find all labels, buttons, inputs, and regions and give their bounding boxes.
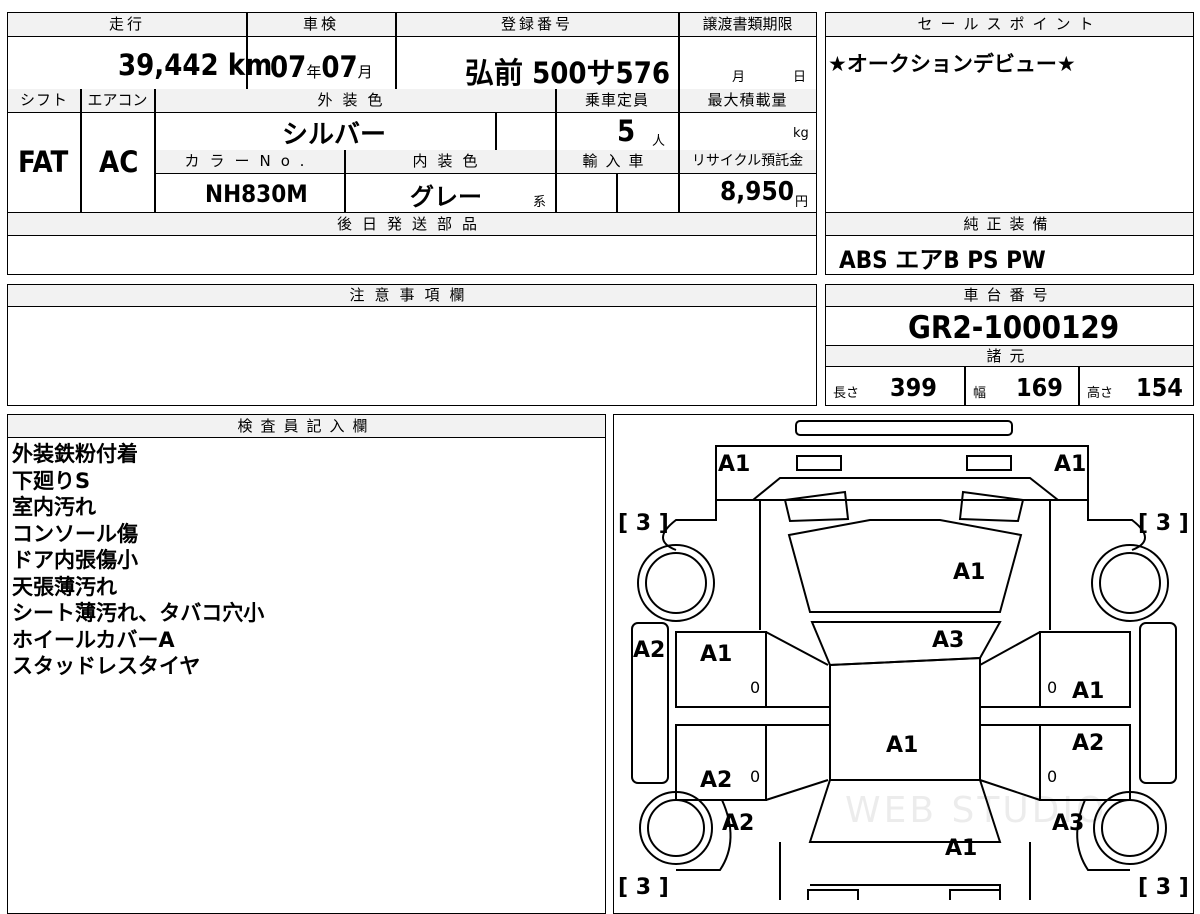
color-no-value: NH830M <box>205 180 308 208</box>
transfer-day-unit: 日 <box>793 70 807 85</box>
sales-point-value: ★オークションデビュー★ <box>828 52 1076 76</box>
note-line: コンソール傷 <box>12 521 138 546</box>
shift-label: シフト <box>19 91 68 109</box>
note-line: 下廻りS <box>12 468 91 493</box>
mark-roof: A1 <box>886 733 919 758</box>
transfer-deadline-label: 譲渡書類期限 <box>702 15 793 33</box>
inspector-notes: 外装鉄粉付着 下廻りS 室内汚れ コンソール傷 ドア内張傷小 天張薄汚れ シート… <box>12 441 264 680</box>
exterior-color-value: シルバー <box>282 120 387 150</box>
mark-rear: A1 <box>945 836 978 861</box>
mileage-label: 走行 <box>108 15 145 33</box>
length-value: 399 <box>890 373 937 402</box>
shift-value: FAT <box>18 145 69 179</box>
mark-left-front-fender: A2 <box>633 638 666 663</box>
aircon-value: AC <box>99 145 139 179</box>
inspection-date: 07年07月 <box>270 50 373 84</box>
mark-right-front-door: A1 <box>1072 679 1105 704</box>
equipment-label: 純正装備 <box>963 215 1056 233</box>
chassis-number: GR2-1000129 <box>908 310 1120 346</box>
tread-rear-right: [ 3 ] <box>1138 875 1189 900</box>
height-value: 154 <box>1136 373 1183 402</box>
recycle-fee-value: 8,950 <box>720 177 794 207</box>
import-label: 輸入車 <box>582 152 652 170</box>
mark-right-rear-door: A2 <box>1072 731 1105 756</box>
exterior-color-label: 外装色 <box>317 91 393 109</box>
note-line: シート薄汚れ、タバコ穴小 <box>12 601 265 625</box>
color-no-label: カラーNo. <box>184 152 315 170</box>
mark-windshield: A3 <box>932 628 965 653</box>
note-line: 外装鉄粉付着 <box>12 442 138 466</box>
inspector-label: 検査員記入欄 <box>237 417 376 435</box>
transfer-month-unit: 月 <box>732 70 746 85</box>
load-unit: kg <box>793 126 809 141</box>
tread-rear-left: [ 3 ] <box>618 875 669 900</box>
width-value: 169 <box>1016 373 1063 402</box>
registration-number: 弘前 500サ576 <box>465 56 670 90</box>
capacity-unit: 人 <box>652 134 666 149</box>
length-label: 長さ <box>833 386 860 401</box>
mark-left-rear-fender: A2 <box>722 811 755 836</box>
mileage-value: 39,442 km <box>118 48 273 82</box>
mark-front-right: A1 <box>1054 452 1087 477</box>
capacity-value: 5 <box>617 114 636 148</box>
interior-suffix: 系 <box>533 195 547 210</box>
zero-left-rear: 0 <box>750 767 761 786</box>
mark-hood: A1 <box>953 560 986 585</box>
sales-point-label: セールスポイント <box>917 15 1102 33</box>
width-label: 幅 <box>973 386 987 401</box>
note-line: スタッドレスタイヤ <box>12 654 201 678</box>
inspection-label: 車検 <box>302 15 339 33</box>
interior-color-value: グレー <box>410 183 482 211</box>
aircon-label: エアコン <box>87 91 148 109</box>
capacity-label: 乗車定員 <box>584 91 649 109</box>
zero-right-rear: 0 <box>1047 767 1058 786</box>
watermark: WEB STUDIO <box>845 790 1108 831</box>
recycle-label: リサイクル預託金 <box>691 153 804 169</box>
caution-label: 注意事項欄 <box>349 286 475 304</box>
registration-label: 登録番号 <box>500 15 573 33</box>
note-line: ドア内張傷小 <box>12 548 138 572</box>
tread-front-right: [ 3 ] <box>1138 511 1189 536</box>
chassis-label: 車台番号 <box>963 286 1056 304</box>
equipment-value: ABS エアB PS PW <box>839 246 1046 274</box>
recycle-fee-unit: 円 <box>795 195 809 210</box>
tread-front-left: [ 3 ] <box>618 511 669 536</box>
mark-front-left: A1 <box>718 452 751 477</box>
interior-color-label: 内装色 <box>412 152 488 170</box>
note-line: ホイールカバーA <box>12 627 175 652</box>
mark-left-front-door: A1 <box>700 642 733 667</box>
zero-left-front: 0 <box>750 678 761 697</box>
later-parts-label: 後日発送部品 <box>336 215 487 233</box>
height-label: 高さ <box>1087 386 1114 401</box>
mark-left-rear-door: A2 <box>700 768 733 793</box>
specs-label: 諸元 <box>986 347 1033 365</box>
note-line: 天張薄汚れ <box>12 574 117 599</box>
note-line: 室内汚れ <box>12 495 96 519</box>
zero-right-front: 0 <box>1047 678 1058 697</box>
max-load-label: 最大積載量 <box>707 91 788 109</box>
